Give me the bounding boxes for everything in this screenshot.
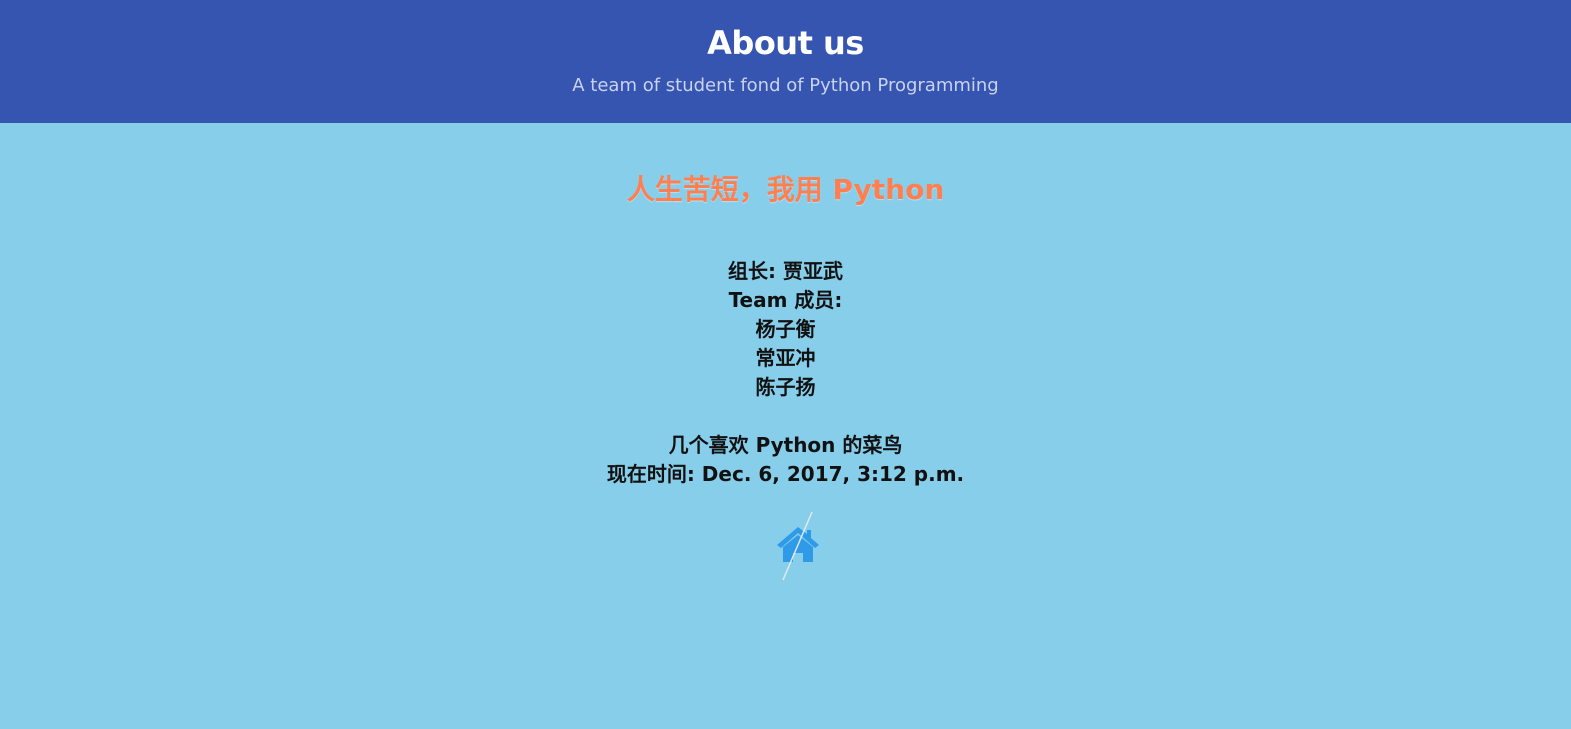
slogan-heading: 人生苦短，我用 Python [626,173,945,206]
team-member: 杨子衡 [755,317,816,341]
home-icon [777,511,819,581]
home-link[interactable] [776,510,820,582]
page-header: About us A team of student fond of Pytho… [0,0,1571,123]
page-title: About us [707,24,864,62]
team-member: 常亚冲 [755,346,816,370]
team-leader: 组长: 贾亚武 [728,259,843,283]
team-description: 几个喜欢 Python 的菜鸟 [668,433,903,457]
team-member: 陈子扬 [755,375,816,399]
current-time: 现在时间: Dec. 6, 2017, 3:12 p.m. [606,462,965,486]
team-info: 组长: 贾亚武 Team 成员: 杨子衡 常亚冲 陈子扬 几个喜欢 Python… [0,257,1571,489]
page-subtitle: A team of student fond of Python Program… [572,75,999,96]
team-members-label: Team 成员: [728,288,843,312]
